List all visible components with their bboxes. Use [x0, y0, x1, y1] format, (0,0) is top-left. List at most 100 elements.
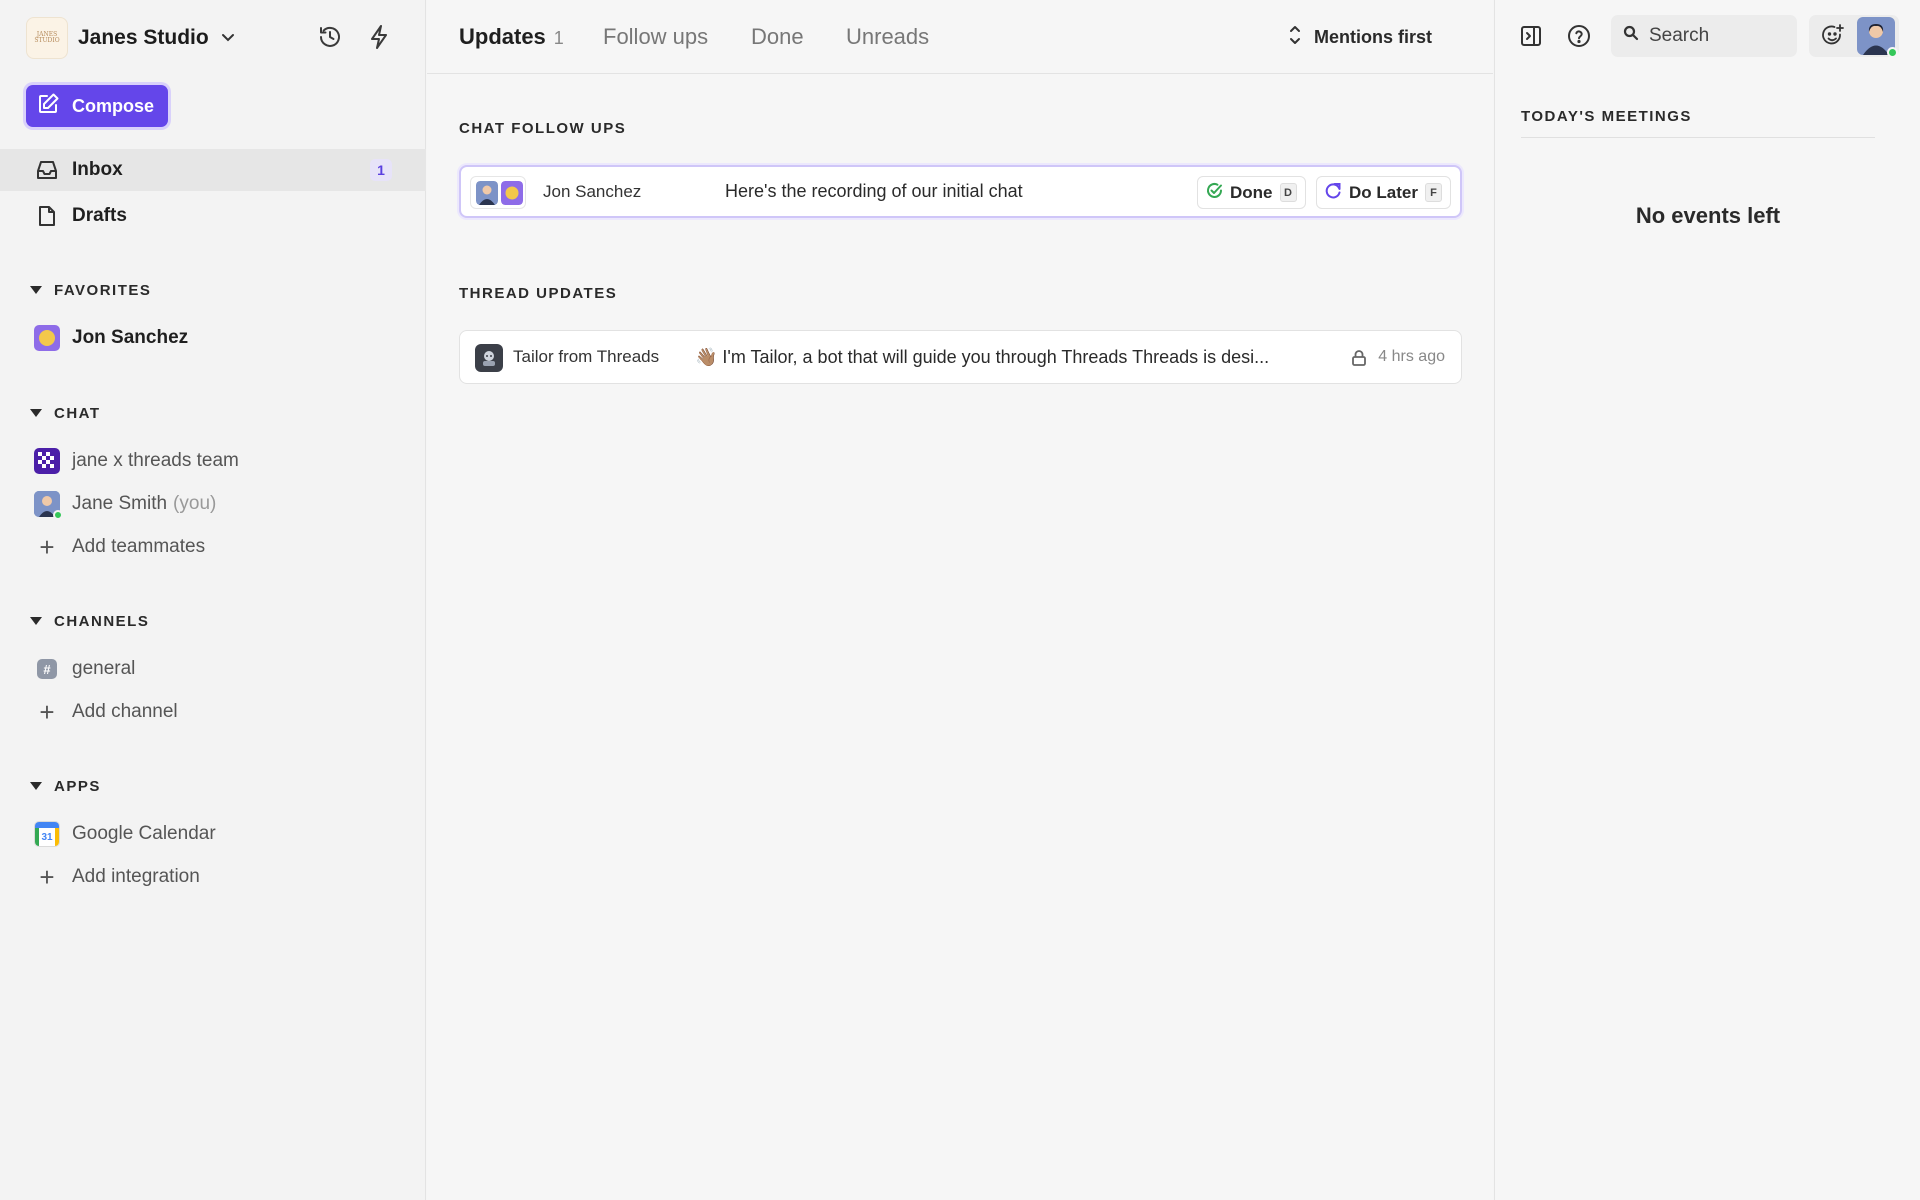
compose-label: Compose [72, 95, 155, 116]
avatar [34, 325, 60, 351]
thread-timestamp: 4 hrs ago [1378, 348, 1445, 365]
thread-preview: 👋🏽 I'm Tailor, a bot that will guide you… [695, 346, 1270, 367]
tab-label: Done [751, 24, 804, 49]
follow-up-message: Here's the recording of our initial chat [725, 181, 1023, 201]
toggle-panel-icon[interactable] [1515, 20, 1547, 52]
participant-avatars [470, 176, 526, 209]
inbox-icon [36, 159, 58, 181]
chat-section-toggle[interactable]: CHAT [30, 401, 101, 425]
section-title: APPS [54, 777, 101, 795]
avatar [34, 491, 63, 520]
tab-unreads[interactable]: Unreads [846, 24, 929, 50]
section-title: CHAT [54, 404, 101, 422]
tab-label: Unreads [846, 24, 930, 49]
inbox-tabs-bar: Updates 1 Follow ups Done Unreads Mentio… [427, 0, 1493, 74]
add-teammates-button[interactable]: + Add teammates [0, 527, 426, 567]
app-label: Google Calendar [72, 823, 216, 844]
inbox-count-badge: 1 [370, 159, 392, 181]
search-input[interactable]: Search [1611, 15, 1797, 57]
search-icon [1623, 25, 1639, 47]
todays-meetings-heading: TODAY'S MEETINGS [1521, 108, 1692, 125]
sidebar-item-label: Inbox [72, 159, 123, 180]
plus-icon: + [39, 697, 55, 727]
help-icon[interactable] [1563, 20, 1595, 52]
chat-label: Jane Smith [72, 493, 168, 514]
main-panel: Updates 1 Follow ups Done Unreads Mentio… [427, 0, 1493, 1200]
divider [1521, 137, 1875, 138]
compose-button[interactable]: Compose [26, 85, 168, 127]
add-label: Add integration [72, 866, 200, 887]
chat-item-jane-x-threads-team[interactable]: jane x threads team [0, 441, 426, 481]
right-panel: Search TODAY'S MEETINGS No events left [1494, 0, 1920, 1200]
tab-label: Updates [459, 24, 546, 49]
workspace-logo: JANES STUDIO [26, 17, 68, 59]
favorite-item-jon-sanchez[interactable]: Jon Sanchez [0, 318, 426, 358]
compose-icon [36, 92, 60, 121]
thread-updates-heading: THREAD UPDATES [459, 285, 618, 302]
chevron-down-icon [221, 30, 235, 46]
avatar [476, 180, 498, 205]
section-title: CHANNELS [54, 612, 150, 630]
sort-order-button[interactable]: Mentions first [1288, 24, 1432, 51]
lock-icon [1351, 349, 1367, 372]
caret-down-icon [30, 617, 42, 625]
caret-down-icon [30, 409, 42, 417]
app-item-google-calendar[interactable]: 31 Google Calendar [0, 814, 426, 854]
sidebar: JANES STUDIO Janes Studio Compose Inbox … [0, 0, 426, 1200]
channel-item-general[interactable]: # general [0, 649, 426, 689]
add-integration-button[interactable]: + Add integration [0, 857, 426, 897]
plus-icon: + [39, 532, 55, 562]
check-circle-icon [1206, 182, 1223, 204]
tab-done[interactable]: Done [751, 24, 804, 50]
done-label: Done [1230, 182, 1273, 202]
channel-label: general [72, 658, 136, 679]
sort-label: Mentions first [1314, 27, 1433, 47]
tab-updates[interactable]: Updates 1 [459, 24, 564, 50]
section-title: FAVORITES [54, 281, 152, 299]
sort-updown-icon [1288, 24, 1302, 51]
do-later-button[interactable]: Do Later F [1316, 176, 1451, 209]
online-status-dot [53, 510, 63, 520]
caret-down-icon [30, 782, 42, 790]
sidebar-item-drafts[interactable]: Drafts [0, 195, 426, 237]
hash-icon: # [37, 659, 57, 679]
channels-section-toggle[interactable]: CHANNELS [30, 609, 149, 633]
bot-avatar [475, 344, 503, 372]
follow-up-row[interactable]: Jon Sanchez Here's the recording of our … [459, 165, 1462, 218]
snooze-icon [1325, 182, 1342, 204]
no-events-message: No events left [1635, 203, 1781, 228]
thread-update-row[interactable]: Tailor from Threads 👋🏽 I'm Tailor, a bot… [459, 330, 1462, 384]
thread-author: Tailor from Threads [513, 347, 660, 366]
do-later-label: Do Later [1349, 182, 1418, 202]
add-label: Add teammates [72, 536, 206, 557]
apps-section-toggle[interactable]: APPS [30, 774, 101, 798]
document-icon [36, 205, 58, 227]
add-label: Add channel [72, 701, 178, 722]
chat-item-jane-smith[interactable]: Jane Smith (you) [0, 484, 426, 524]
tab-label: Follow ups [603, 24, 709, 49]
google-calendar-icon: 31 [34, 821, 60, 847]
chat-label: jane x threads team [72, 450, 239, 471]
chat-follow-ups-heading: CHAT FOLLOW UPS [459, 120, 627, 137]
plus-icon: + [39, 862, 55, 892]
shortcut-key: F [1424, 183, 1442, 202]
workspace-switcher[interactable]: JANES STUDIO Janes Studio [26, 16, 235, 60]
history-icon[interactable] [313, 20, 347, 54]
set-status-emoji-icon[interactable] [1817, 20, 1849, 52]
favorites-section-toggle[interactable]: FAVORITES [30, 278, 151, 302]
lightning-icon[interactable] [362, 20, 396, 54]
tab-follow-ups[interactable]: Follow ups [603, 24, 708, 50]
tab-count: 1 [553, 28, 564, 48]
follow-up-sender: Jon Sanchez [543, 181, 642, 201]
mark-done-button[interactable]: Done D [1197, 176, 1306, 209]
you-suffix: (you) [173, 493, 217, 514]
add-channel-button[interactable]: + Add channel [0, 692, 426, 732]
search-placeholder: Search [1649, 25, 1710, 46]
sidebar-item-inbox[interactable]: Inbox 1 [0, 149, 426, 191]
favorite-label: Jon Sanchez [72, 327, 189, 348]
user-avatar[interactable] [1857, 17, 1898, 58]
caret-down-icon [30, 286, 42, 294]
shortcut-key: D [1279, 183, 1297, 202]
sidebar-item-label: Drafts [72, 205, 127, 226]
online-status-dot [1887, 47, 1898, 58]
